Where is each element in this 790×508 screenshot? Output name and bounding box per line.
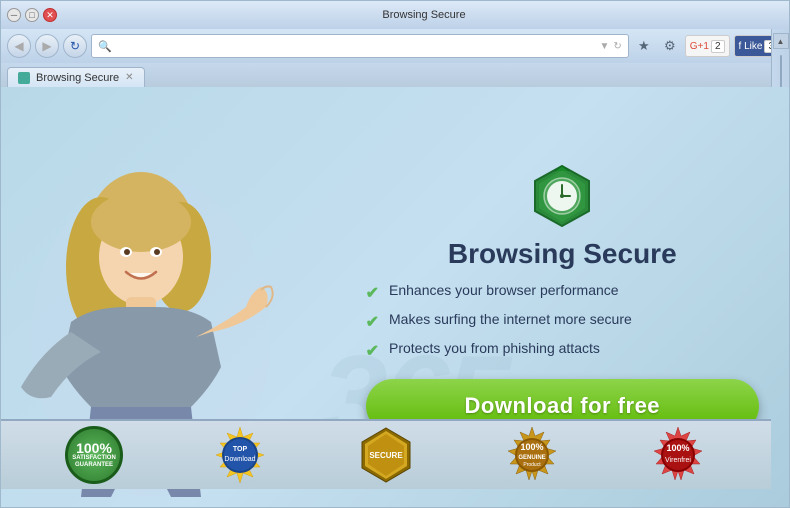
gear-button[interactable]: ⚙: [659, 35, 681, 57]
back-button[interactable]: ◀: [7, 34, 31, 58]
features-list: ✔ Enhances your browser performance ✔ Ma…: [366, 282, 759, 361]
dropdown-arrow-icon: ▼: [599, 41, 609, 52]
check-icon-3: ✔: [366, 341, 379, 361]
svg-text:100%: 100%: [520, 442, 543, 452]
title-bar-left: ─ □ ✕: [7, 8, 57, 22]
badge-text-1: SATISFACTIONGUARANTEE: [72, 455, 116, 469]
page-title: Browsing Secure: [366, 238, 759, 270]
tab-bar: Browsing Secure ✕: [1, 63, 789, 87]
scroll-up-button[interactable]: ▲: [773, 33, 789, 49]
gplus-count: 2: [711, 40, 725, 53]
badge-svg-gold: SECURE: [356, 425, 416, 485]
fb-label: f Like: [739, 41, 763, 52]
svg-text:SECURE: SECURE: [369, 451, 403, 460]
refresh-small-icon: ↻: [613, 41, 621, 52]
address-input[interactable]: Browsing Secure: [116, 39, 596, 53]
shield-icon: [527, 161, 597, 231]
gplus-label: G+1: [690, 41, 709, 52]
feature-text-3: Protects you from phishing attacts: [389, 340, 600, 356]
feature-item-1: ✔ Enhances your browser performance: [366, 282, 759, 303]
active-tab[interactable]: Browsing Secure ✕: [7, 67, 145, 87]
badge-satisfaction: 100% SATISFACTIONGUARANTEE: [64, 425, 124, 485]
star-button[interactable]: ★: [633, 35, 655, 57]
svg-text:100%: 100%: [666, 443, 689, 453]
window-title: Browsing Secure: [382, 9, 465, 21]
svg-text:TOP: TOP: [233, 446, 248, 453]
badge-svg-genuine: 100% GENUINE Product: [502, 425, 562, 485]
badge-percent-1: 100%: [76, 441, 112, 455]
tab-label: Browsing Secure: [36, 72, 119, 84]
address-bar-wrap: 🔍 Browsing Secure ▼ ↻: [91, 34, 629, 58]
badge-circle-green: 100% SATISFACTIONGUARANTEE: [65, 426, 123, 484]
forward-button[interactable]: ▶: [35, 34, 59, 58]
check-icon-1: ✔: [366, 283, 379, 303]
badge-secure: SECURE: [356, 425, 416, 485]
badge-svg-blue: TOP Download: [210, 425, 270, 485]
maximize-button[interactable]: □: [25, 8, 39, 22]
badge-genuine: 100% GENUINE Product: [502, 425, 562, 485]
shield-container: [366, 161, 759, 231]
tab-favicon: [18, 72, 30, 84]
feature-text-1: Enhances your browser performance: [389, 282, 619, 298]
feature-text-2: Makes surfing the internet more secure: [389, 311, 632, 327]
content-area: 365: [1, 87, 789, 507]
title-bar: ─ □ ✕ Browsing Secure: [1, 1, 789, 29]
refresh-button[interactable]: ↻: [63, 34, 87, 58]
svg-text:Product: Product: [523, 462, 541, 468]
svg-text:GENUINE: GENUINE: [518, 455, 545, 461]
badge-virenfrei: 100% Virenfrei: [648, 425, 708, 485]
feature-item-3: ✔ Protects you from phishing attacts: [366, 340, 759, 361]
gplus-button[interactable]: G+1 2: [685, 35, 730, 57]
svg-text:Download: Download: [224, 456, 255, 463]
badges-bar: 100% SATISFACTIONGUARANTEE TOP Download: [1, 419, 771, 489]
badge-svg-red: 100% Virenfrei: [648, 425, 708, 485]
badge-top-download: TOP Download: [210, 425, 270, 485]
tab-close-button[interactable]: ✕: [125, 72, 133, 83]
close-button[interactable]: ✕: [43, 8, 57, 22]
svg-text:Virenfrei: Virenfrei: [665, 457, 691, 464]
minimize-button[interactable]: ─: [7, 8, 21, 22]
browser-window: ─ □ ✕ Browsing Secure ◀ ▶ ↻ 🔍 Browsing S…: [0, 0, 790, 508]
check-icon-2: ✔: [366, 312, 379, 332]
nav-bar: ◀ ▶ ↻ 🔍 Browsing Secure ▼ ↻ ★ ⚙ G+1 2 f …: [1, 29, 789, 63]
feature-item-2: ✔ Makes surfing the internet more secure: [366, 311, 759, 332]
